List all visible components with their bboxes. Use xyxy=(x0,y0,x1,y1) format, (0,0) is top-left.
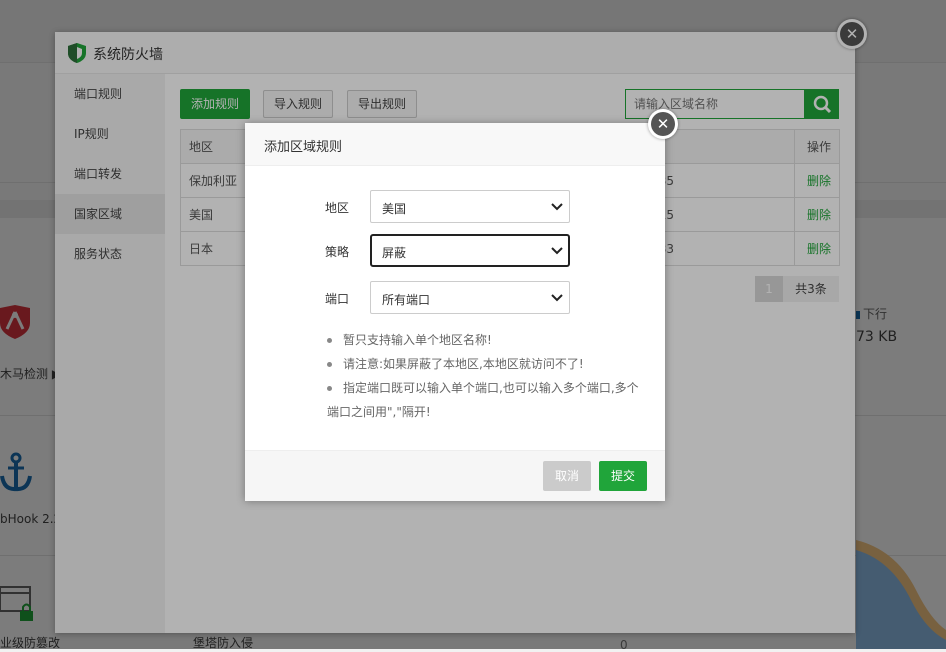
close-icon: ✕ xyxy=(651,112,675,136)
chevron-down-icon xyxy=(551,203,563,211)
chevron-down-icon xyxy=(551,247,563,255)
region-select[interactable]: 美国 xyxy=(370,190,570,223)
region-field-label: 地区 xyxy=(325,201,350,215)
dialog-title: 添加区域规则 xyxy=(264,140,343,155)
tip-text: 暂只支持输入单个地区名称! xyxy=(343,333,492,347)
port-select[interactable]: 所有端口 xyxy=(370,281,570,314)
chevron-down-icon xyxy=(551,294,563,302)
cancel-button[interactable]: 取消 xyxy=(543,461,591,491)
tips-list: 暂只支持输入单个地区名称! 请注意:如果屏蔽了本地区,本地区就访问不了! 指定端… xyxy=(327,328,647,424)
add-region-rule-dialog: 添加区域规则 地区 美国 策略 屏蔽 端口 所有端口 暂只支持输入单个地区名称!… xyxy=(245,123,665,501)
policy-select-value: 屏蔽 xyxy=(382,246,407,260)
dialog-footer: 取消 提交 xyxy=(245,450,665,501)
policy-field-label: 策略 xyxy=(325,245,350,259)
tip-item: 暂只支持输入单个地区名称! xyxy=(327,328,647,352)
region-select-value: 美国 xyxy=(382,202,407,216)
tip-text: 请注意:如果屏蔽了本地区,本地区就访问不了! xyxy=(343,357,584,371)
policy-select[interactable]: 屏蔽 xyxy=(370,234,570,267)
submit-button[interactable]: 提交 xyxy=(599,461,647,491)
dialog-close-button[interactable]: ✕ xyxy=(648,109,678,139)
bullet-icon xyxy=(327,362,332,367)
tip-text: 指定端口既可以输入单个端口,也可以输入多个端口,多个端口之间用","隔开! xyxy=(327,381,639,419)
port-select-value: 所有端口 xyxy=(382,293,431,307)
dialog-header: 添加区域规则 xyxy=(245,123,665,166)
tip-item: 请注意:如果屏蔽了本地区,本地区就访问不了! xyxy=(327,352,647,376)
bullet-icon xyxy=(327,338,332,343)
bullet-icon xyxy=(327,386,332,391)
tip-item: 指定端口既可以输入单个端口,也可以输入多个端口,多个端口之间用","隔开! xyxy=(327,376,647,424)
port-field-label: 端口 xyxy=(325,292,350,306)
